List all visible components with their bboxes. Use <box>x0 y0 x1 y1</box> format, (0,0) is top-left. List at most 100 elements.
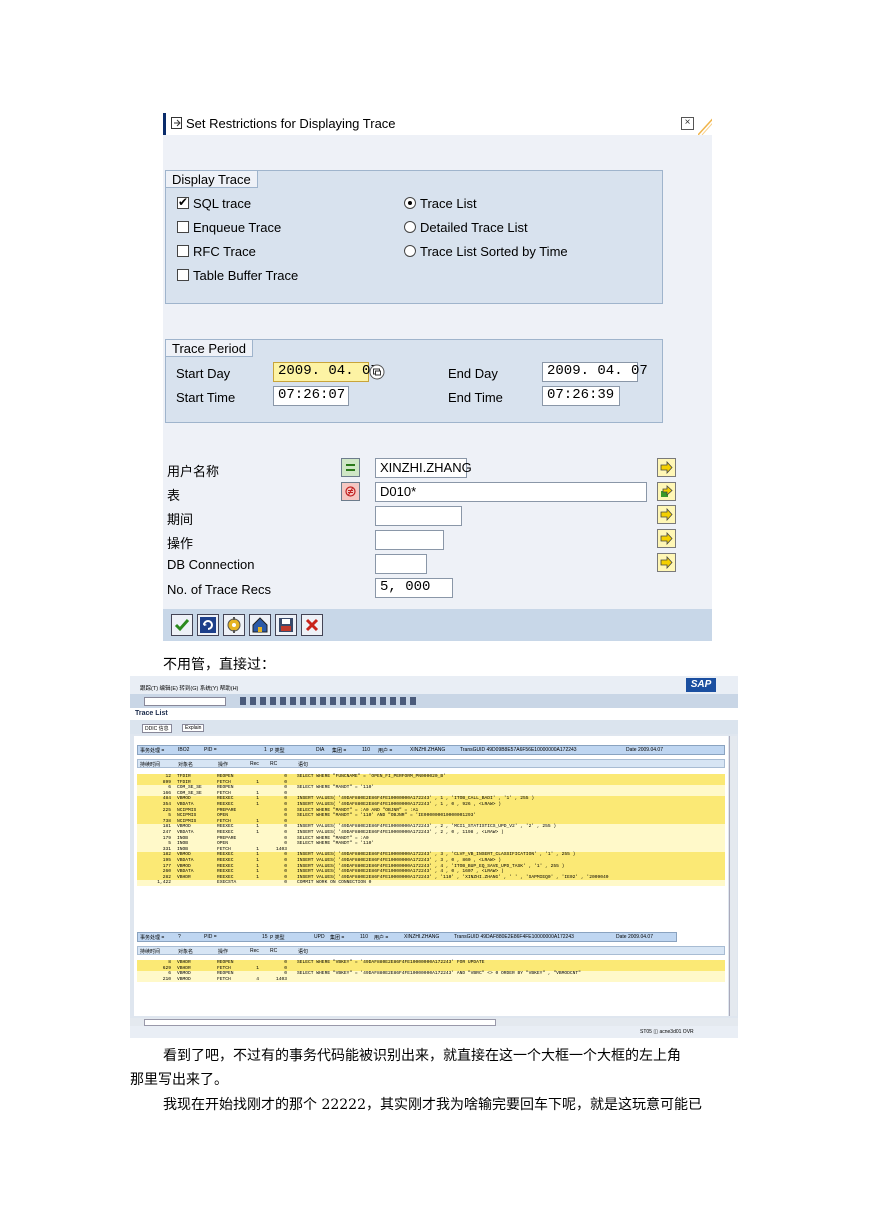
caption-next-step: 我现在开始找刚才的那个 22222，其实刚才我为啥输完要回车下呢，就是这玩意可能… <box>163 1097 702 1113</box>
cancel-button[interactable] <box>301 614 323 636</box>
table-field[interactable]: D010* <box>375 482 647 502</box>
enqueue-trace-checkbox[interactable] <box>177 221 189 233</box>
save-icon <box>279 618 293 632</box>
calendar-help-icon[interactable] <box>369 364 385 380</box>
trace-row[interactable]: 210 VBMOD FETCH 4 1403 <box>137 976 725 983</box>
trace-list-toolbar: DDIC 信息 Explain <box>130 720 738 734</box>
period-label: 期间 <box>167 512 194 527</box>
trace-list-sorted-radio[interactable] <box>404 245 416 257</box>
trace-cell-obj: VBMOD <box>177 976 191 982</box>
dialog-title: Set Restrictions for Displaying Trace <box>186 116 396 131</box>
arrow-right-icon <box>660 532 673 545</box>
arrow-right-icon <box>660 556 673 569</box>
operation-multiple-selection-button[interactable] <box>657 529 676 548</box>
trace-cell-rec: 4 <box>256 976 259 982</box>
caption-explanation-line2: 那里写出来了。 <box>130 1072 228 1088</box>
trace-recs-field[interactable]: 5, 000 <box>375 578 453 598</box>
execute-button[interactable] <box>171 614 193 636</box>
db-connection-field[interactable] <box>375 554 427 574</box>
rfc-trace-checkbox[interactable] <box>177 245 189 257</box>
start-day-field[interactable]: 2009. 04. 07 <box>273 362 379 382</box>
end-day-label: End Day <box>448 366 498 381</box>
trace-list-sorted-label: Trace List Sorted by Time <box>420 244 568 259</box>
refresh-icon <box>200 617 216 633</box>
end-time-field[interactable]: 07:26:39 <box>542 386 620 406</box>
column-header-row: 持续时间 对象名 操作 Rec RC 语句 <box>137 946 725 955</box>
dialog-toolbar <box>163 609 712 641</box>
table-buffer-trace-label: Table Buffer Trace <box>193 268 299 283</box>
equals-icon <box>346 464 355 471</box>
explain-button[interactable]: Explain <box>182 724 205 732</box>
horizontal-scrollbar[interactable] <box>130 1018 738 1026</box>
trace-cell-rc: 0 <box>284 880 287 886</box>
table-exclude-option-button[interactable] <box>341 482 360 501</box>
variant-button[interactable] <box>249 614 271 636</box>
sap-menu-bar: 跟踪(T) 编辑(E) 转到(G) 系统(Y) 帮助(H) SAP <box>130 676 738 694</box>
trace-period-tab: Trace Period <box>165 339 253 357</box>
gear-icon <box>227 617 241 633</box>
start-time-field[interactable]: 07:26:07 <box>273 386 349 406</box>
display-trace-group: Display Trace SQL trace Enqueue Trace RF… <box>165 170 663 304</box>
refresh-button[interactable] <box>197 614 219 636</box>
arrow-right-green-icon <box>661 485 673 497</box>
trace-recs-label: No. of Trace Recs <box>167 582 272 597</box>
trace-list-area: 事务处理 = IBO2 PID = 1 P 类型 DIA 集团 = 110 用户… <box>134 736 728 1016</box>
arrow-right-icon <box>660 461 673 474</box>
detailed-trace-list-radio[interactable] <box>404 221 416 233</box>
dialog-window-icon <box>171 117 182 129</box>
trace-cell-op: FETCH <box>217 976 231 982</box>
trace-cell-d: 1,422 <box>157 880 171 886</box>
title-corner-decoration <box>698 118 712 135</box>
settings-button[interactable] <box>223 614 245 636</box>
table-buffer-trace-checkbox[interactable] <box>177 269 189 281</box>
user-name-label: 用户名称 <box>167 464 220 479</box>
column-header-row: 持续时间 对象名 操作 Rec RC 语句 <box>137 759 725 768</box>
rfc-trace-label: RFC Trace <box>193 244 256 259</box>
menu-items[interactable]: 跟踪(T) 编辑(E) 转到(G) 系统(Y) 帮助(H) <box>140 684 238 692</box>
trace-list-label: Trace List <box>420 196 477 211</box>
close-icon <box>305 618 319 632</box>
sql-trace-checkbox[interactable] <box>177 195 189 209</box>
start-time-label: Start Time <box>176 390 236 405</box>
table-multiple-selection-button[interactable] <box>657 482 676 501</box>
trace-block-header: 事务处理 = IBO2 PID = 1 P 类型 DIA 集团 = 110 用户… <box>137 745 725 755</box>
user-include-option-button[interactable] <box>341 458 360 477</box>
status-text: ST05 ◫ acne3d01 OVR <box>640 1029 694 1035</box>
end-day-field[interactable]: 2009. 04. 07 <box>542 362 648 382</box>
period-multiple-selection-button[interactable] <box>657 505 676 524</box>
detailed-trace-list-label: Detailed Trace List <box>420 220 528 235</box>
trace-cell-rc: 1403 <box>275 976 287 982</box>
trace-cell-stmt: COMMIT WORK ON CONNECTION 0 <box>297 880 372 886</box>
db-connection-multiple-selection-button[interactable] <box>657 553 676 572</box>
trace-cell-op: EXECSTA <box>217 880 237 886</box>
trace-restrictions-dialog: Set Restrictions for Displaying Trace × … <box>163 113 712 641</box>
period-field[interactable] <box>375 506 462 526</box>
toolbar-icons[interactable] <box>240 697 420 705</box>
dialog-title-bar: Set Restrictions for Displaying Trace × <box>163 113 712 135</box>
sap-logo: SAP <box>686 678 716 692</box>
checkmark-icon <box>174 619 190 632</box>
scroll-thumb[interactable] <box>144 1019 496 1026</box>
user-multiple-selection-button[interactable] <box>657 458 676 477</box>
user-name-field[interactable]: XINZHI.ZHANG <box>375 458 472 478</box>
close-icon[interactable]: × <box>681 117 694 130</box>
operation-field[interactable] <box>375 530 444 550</box>
trace-period-group: Trace Period Start Day 2009. 04. 07 Star… <box>165 339 663 423</box>
house-icon <box>252 617 268 633</box>
ddic-info-button[interactable]: DDIC 信息 <box>142 724 172 733</box>
not-equal-icon <box>345 486 356 497</box>
vertical-scrollbar[interactable] <box>729 736 737 1016</box>
trace-list-radio[interactable] <box>404 197 416 209</box>
end-time-label: End Time <box>448 390 503 405</box>
operation-label: 操作 <box>167 536 194 551</box>
trace-row[interactable]: 1,422 EXECSTA 0 COMMIT WORK ON CONNECTION 0 <box>137 880 725 886</box>
table-label: 表 <box>167 488 181 503</box>
trace-list-screenshot: 跟踪(T) 编辑(E) 转到(G) 系统(Y) 帮助(H) SAP Trace … <box>130 676 738 1038</box>
arrow-right-icon <box>660 508 673 521</box>
trace-cell-d: 210 <box>162 976 171 982</box>
trace-list-title: Trace List <box>130 708 738 720</box>
save-button[interactable] <box>275 614 297 636</box>
command-field[interactable] <box>144 697 226 706</box>
caption-skip: 不用管，直接过： <box>163 657 275 673</box>
caption-explanation-line1: 看到了吧，不过有的事务代码能被识别出来，就直接在这一个大框一个大框的左上角 <box>163 1048 681 1064</box>
